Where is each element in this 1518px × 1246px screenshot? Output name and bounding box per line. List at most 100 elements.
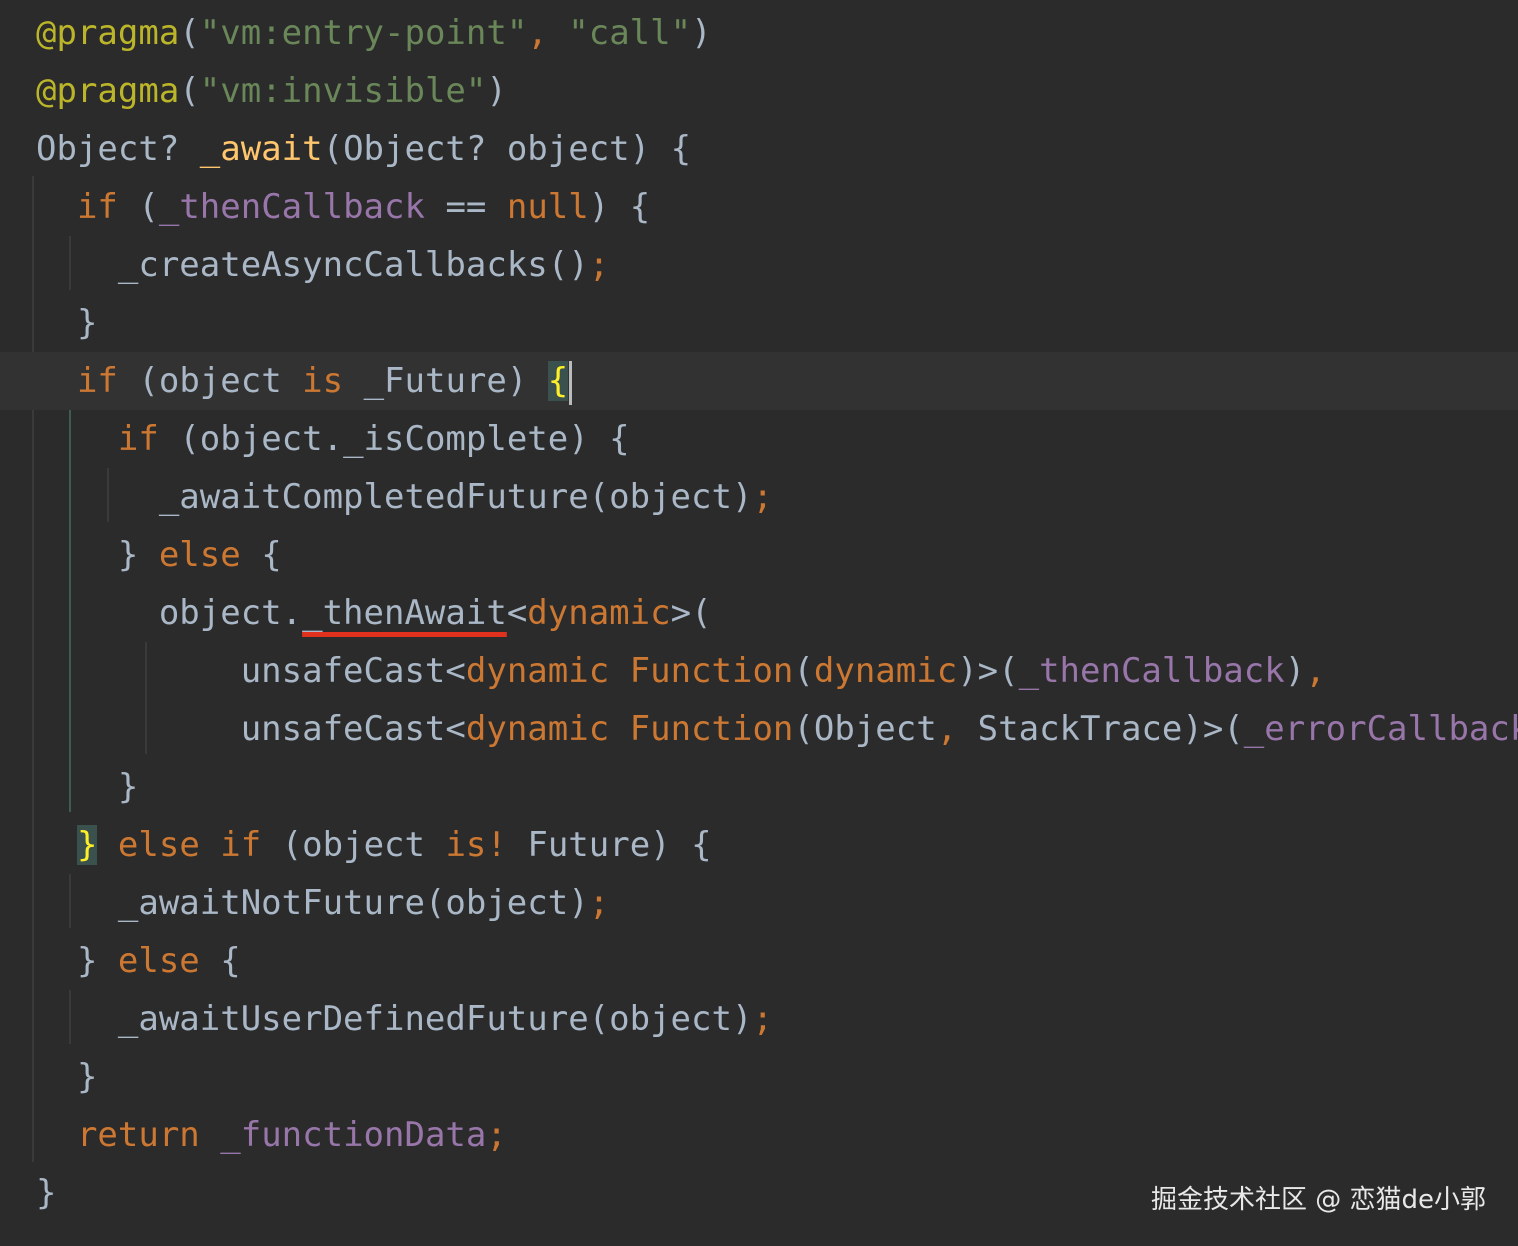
underlined-token: _thenAwait xyxy=(302,593,507,633)
code-token: dynamic xyxy=(527,593,671,633)
code-token: dynamic xyxy=(465,651,630,691)
code-token: null xyxy=(506,187,589,227)
code-token: unsafeCast< xyxy=(36,709,466,749)
code-token: (object xyxy=(117,361,303,401)
code-line[interactable]: unsafeCast<dynamic Function(dynamic)>(_t… xyxy=(0,642,1518,700)
code-line-current[interactable]: if (object is _Future) { xyxy=(0,352,1518,410)
code-token: _awaitUserDefinedFuture(object) xyxy=(36,999,753,1039)
code-text: if (object is _Future) { xyxy=(36,352,573,410)
code-line[interactable]: return _functionData; xyxy=(0,1106,1518,1164)
code-token: } xyxy=(36,303,98,343)
code-token: } xyxy=(36,535,159,575)
code-token: else xyxy=(117,941,200,981)
code-token: , xyxy=(1305,651,1326,691)
code-editor[interactable]: @pragma("vm:entry-point", "call") @pragma… xyxy=(0,0,1518,1246)
code-token: ; xyxy=(588,245,610,285)
code-token: (object._isComplete) { xyxy=(158,419,630,459)
code-token: is xyxy=(302,361,344,401)
code-text: object._thenAwait<dynamic>( xyxy=(36,584,712,642)
code-token: } xyxy=(36,1057,98,1097)
code-text: unsafeCast<dynamic Function(Object, Stac… xyxy=(36,700,1518,758)
code-line[interactable]: } else { xyxy=(0,932,1518,990)
code-token: if xyxy=(76,361,118,401)
code-token: _thenCallback xyxy=(158,187,425,227)
code-token: Function xyxy=(629,709,794,749)
code-token: "call" xyxy=(568,13,692,53)
code-token: ; xyxy=(588,883,610,923)
code-line[interactable]: _awaitCompletedFuture(object); xyxy=(0,468,1518,526)
code-text: @pragma("vm:entry-point", "call") xyxy=(36,4,712,62)
code-text: if (object._isComplete) { xyxy=(36,410,630,468)
code-token: == xyxy=(424,187,507,227)
code-line[interactable]: _awaitUserDefinedFuture(object); xyxy=(0,990,1518,1048)
code-token: } xyxy=(36,767,139,807)
code-token: Function xyxy=(629,651,794,691)
code-token: _awaitCompletedFuture(object) xyxy=(36,477,753,517)
code-text: } else if (object is! Future) { xyxy=(36,816,712,874)
code-token: Future) { xyxy=(506,825,712,865)
code-line[interactable]: } xyxy=(0,758,1518,816)
code-token: , xyxy=(527,13,569,53)
text-caret xyxy=(569,360,573,405)
code-line[interactable]: _createAsyncCallbacks(); xyxy=(0,236,1518,294)
code-token: @pragma xyxy=(36,71,180,111)
code-text: _awaitUserDefinedFuture(object); xyxy=(36,990,773,1048)
code-line[interactable]: Object? _await(Object? object) { xyxy=(0,120,1518,178)
code-line[interactable]: if (object._isComplete) { xyxy=(0,410,1518,468)
code-text: unsafeCast<dynamic Function(dynamic)>(_t… xyxy=(36,642,1326,700)
code-token: { xyxy=(199,941,241,981)
code-token: ( xyxy=(117,187,159,227)
code-token: "vm:entry-point" xyxy=(199,13,528,53)
code-token: else xyxy=(158,535,241,575)
code-text: Object? _await(Object? object) { xyxy=(36,120,691,178)
code-token: dynamic xyxy=(813,651,958,691)
code-text: @pragma("vm:invisible") xyxy=(36,62,507,120)
code-line[interactable]: object._thenAwait<dynamic>( xyxy=(0,584,1518,642)
code-line[interactable]: @pragma("vm:invisible") xyxy=(0,62,1518,120)
code-token: < xyxy=(506,593,528,633)
code-line[interactable]: unsafeCast<dynamic Function(Object, Stac… xyxy=(0,700,1518,758)
code-text: } xyxy=(36,758,138,816)
code-token: unsafeCast< xyxy=(36,651,466,691)
code-token: ; xyxy=(486,1115,507,1155)
code-token: ( xyxy=(179,13,200,53)
matched-brace: { xyxy=(547,361,569,401)
code-token: (object xyxy=(261,825,446,865)
code-token: Object? xyxy=(36,129,200,169)
code-token: _functionData xyxy=(220,1115,487,1155)
code-token: object. xyxy=(36,593,303,633)
code-token: )>( xyxy=(957,651,1019,691)
code-token: (Object? object) { xyxy=(322,129,692,169)
code-token: _Future) xyxy=(343,361,548,401)
code-token: ) { xyxy=(588,187,651,227)
code-line[interactable]: } else if (object is! Future) { xyxy=(0,816,1518,874)
code-line[interactable]: } xyxy=(0,1048,1518,1106)
code-text: } xyxy=(36,1164,56,1222)
code-line[interactable]: } xyxy=(0,294,1518,352)
code-token: "vm:invisible" xyxy=(199,71,487,111)
code-token: if xyxy=(76,187,118,227)
code-token: ( xyxy=(179,71,200,111)
code-text: } xyxy=(36,294,97,352)
code-line[interactable]: @pragma("vm:entry-point", "call") xyxy=(0,4,1518,62)
code-token: ) xyxy=(691,13,712,53)
code-line[interactable]: } else { xyxy=(0,526,1518,584)
code-line[interactable]: _awaitNotFuture(object); xyxy=(0,874,1518,932)
code-text: } else { xyxy=(36,932,241,990)
code-token: is! xyxy=(445,825,507,865)
code-token: , xyxy=(936,709,978,749)
code-token: } xyxy=(36,1173,57,1213)
matched-brace: } xyxy=(76,825,98,865)
code-token: ) xyxy=(486,71,507,111)
code-token: ; xyxy=(752,999,773,1039)
code-token: ; xyxy=(752,477,773,517)
code-text: if (_thenCallback == null) { xyxy=(36,178,650,236)
code-text: _createAsyncCallbacks(); xyxy=(36,236,609,294)
code-line[interactable]: if (_thenCallback == null) { xyxy=(0,178,1518,236)
code-token: (Object xyxy=(793,709,937,749)
